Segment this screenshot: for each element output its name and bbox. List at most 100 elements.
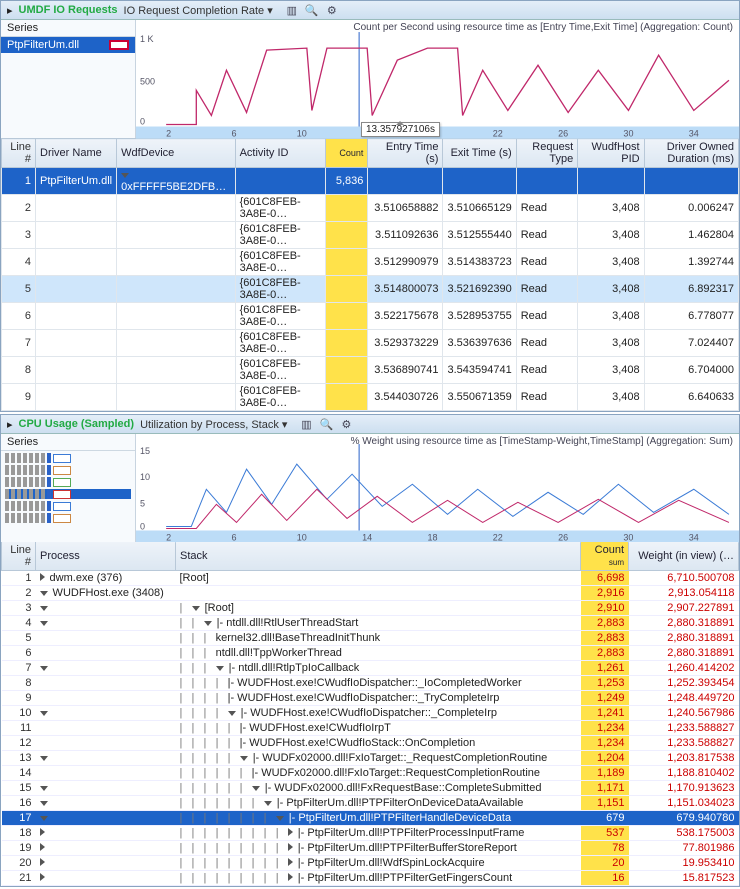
- chevron-down-icon[interactable]: [276, 816, 284, 821]
- table-row[interactable]: 15 | | | | | | |- WUDFx02000.dll!FxReque…: [2, 781, 739, 796]
- chevron-down-icon[interactable]: [40, 801, 48, 806]
- table-row[interactable]: 14| | | | | | |- WUDFx02000.dll!FxIoTarg…: [2, 766, 739, 781]
- chevron-down-icon[interactable]: [204, 621, 212, 626]
- table-row[interactable]: 12| | | | | |- WUDFHost.exe!CWudfIoStack…: [2, 736, 739, 751]
- cpu-stack-table[interactable]: Line #ProcessStackCount sumWeight (in vi…: [1, 542, 739, 886]
- chevron-down-icon[interactable]: [40, 756, 48, 761]
- table-row[interactable]: 18 | | | | | | | | | |- PtpFilterUm.dll!…: [2, 826, 739, 841]
- col-header[interactable]: Count: [326, 139, 368, 168]
- chevron-down-icon[interactable]: [228, 711, 236, 716]
- io-rate-chart[interactable]: Count per Second using resource time as …: [136, 20, 739, 138]
- table-row[interactable]: 2 WUDFHost.exe (3408)2,9162,913.054118: [2, 586, 739, 601]
- col-header[interactable]: Process: [36, 542, 176, 571]
- gear-icon[interactable]: ⚙: [325, 3, 339, 17]
- table-row[interactable]: 8{601C8FEB-3A8E-0…3.5368907413.543594741…: [2, 357, 739, 384]
- cpu-chart[interactable]: % Weight using resource time as [TimeSta…: [136, 434, 739, 542]
- expand-icon[interactable]: ▸: [7, 418, 13, 431]
- panel1-title2[interactable]: IO Request Completion Rate ▾: [124, 4, 273, 17]
- svg-text:30: 30: [623, 129, 633, 139]
- chevron-right-icon[interactable]: [40, 573, 45, 581]
- table-row[interactable]: 13 | | | | | |- WUDFx02000.dll!FxIoTarge…: [2, 751, 739, 766]
- col-header[interactable]: WudfHost PID: [578, 139, 644, 168]
- table-row[interactable]: 4{601C8FEB-3A8E-0…3.5129909793.514383723…: [2, 249, 739, 276]
- table-row[interactable]: 4 | | |- ntdll.dll!RtlUserThreadStart2,8…: [2, 616, 739, 631]
- table-row[interactable]: 10 | | | | |- WUDFHost.exe!CWudfIoDispat…: [2, 706, 739, 721]
- table-row[interactable]: 11| | | | | |- WUDFHost.exe!CWudfIoIrpT1…: [2, 721, 739, 736]
- panel1-title1: UMDF IO Requests: [19, 4, 118, 16]
- io-requests-table[interactable]: Line #Driver NameWdfDeviceActivity IDCou…: [1, 138, 739, 411]
- series-item-ptpfilter[interactable]: PtpFilterUm.dll: [1, 37, 135, 53]
- chevron-right-icon[interactable]: [40, 843, 45, 851]
- chevron-down-icon[interactable]: [240, 756, 248, 761]
- chevron-right-icon[interactable]: [288, 843, 293, 851]
- chevron-down-icon[interactable]: [40, 621, 48, 626]
- table-row[interactable]: 9{601C8FEB-3A8E-0…3.5440307263.550671359…: [2, 384, 739, 411]
- chevron-down-icon[interactable]: [216, 666, 224, 671]
- col-header[interactable]: Weight (in view) (…: [629, 542, 739, 571]
- chevron-down-icon[interactable]: [40, 606, 48, 611]
- panel1-header: ▸ UMDF IO Requests IO Request Completion…: [1, 1, 739, 20]
- chevron-down-icon[interactable]: [121, 173, 129, 178]
- table-row[interactable]: 7{601C8FEB-3A8E-0…3.5293732293.536397636…: [2, 330, 739, 357]
- col-header[interactable]: Line #: [2, 139, 36, 168]
- table-row[interactable]: 5{601C8FEB-3A8E-0…3.5148000733.521692390…: [2, 276, 739, 303]
- table-row[interactable]: 6| | | ntdll.dll!TppWorkerThread2,8832,8…: [2, 646, 739, 661]
- chevron-right-icon[interactable]: [288, 873, 293, 881]
- panel2-title2[interactable]: Utilization by Process, Stack ▾: [140, 418, 287, 431]
- svg-text:2: 2: [166, 129, 171, 139]
- table-row[interactable]: 19 | | | | | | | | | |- PtpFilterUm.dll!…: [2, 841, 739, 856]
- chevron-right-icon[interactable]: [40, 858, 45, 866]
- col-header[interactable]: Request Type: [516, 139, 578, 168]
- chevron-down-icon[interactable]: [264, 801, 272, 806]
- chevron-down-icon[interactable]: [40, 711, 48, 716]
- svg-text:1 K: 1 K: [140, 34, 154, 44]
- col-header[interactable]: WdfDevice: [117, 139, 235, 168]
- search-icon[interactable]: 🔍: [319, 417, 333, 431]
- table-row[interactable]: 1PtpFilterUm.dll0xFFFFF5BE2DFB…5,836: [2, 168, 739, 195]
- col-header[interactable]: Entry Time (s): [368, 139, 443, 168]
- table-row[interactable]: 6{601C8FEB-3A8E-0…3.5221756783.528953755…: [2, 303, 739, 330]
- svg-text:500: 500: [140, 76, 155, 86]
- table-row[interactable]: 9| | | | |- WUDFHost.exe!CWudfIoDispatch…: [2, 691, 739, 706]
- table-row[interactable]: 7 | | | |- ntdll.dll!RtlpTpIoCallback1,2…: [2, 661, 739, 676]
- col-header[interactable]: Count sum: [581, 542, 629, 571]
- chevron-right-icon[interactable]: [288, 858, 293, 866]
- table-row[interactable]: 3 | [Root]2,9102,907.227891: [2, 601, 739, 616]
- chevron-down-icon[interactable]: [40, 786, 48, 791]
- table-row[interactable]: 2{601C8FEB-3A8E-0…3.5106588823.510665129…: [2, 195, 739, 222]
- table-row[interactable]: 5| | | kernel32.dll!BaseThreadInitThunk2…: [2, 631, 739, 646]
- chevron-down-icon[interactable]: [192, 606, 200, 611]
- svg-text:0: 0: [140, 521, 145, 531]
- chevron-right-icon[interactable]: [40, 828, 45, 836]
- table-row[interactable]: 1 dwm.exe (376)[Root]6,6986,710.500708: [2, 571, 739, 586]
- chevron-down-icon[interactable]: [40, 591, 48, 596]
- svg-text:34: 34: [689, 129, 699, 139]
- expand-icon[interactable]: ▸: [7, 4, 13, 17]
- col-header[interactable]: Driver Owned Duration (ms): [644, 139, 738, 168]
- chevron-right-icon[interactable]: [40, 873, 45, 881]
- table-row[interactable]: 20 | | | | | | | | | |- PtpFilterUm.dll!…: [2, 856, 739, 871]
- svg-text:5: 5: [140, 498, 145, 508]
- table-row[interactable]: 21 | | | | | | | | | |- PtpFilterUm.dll!…: [2, 871, 739, 886]
- table-row[interactable]: 3{601C8FEB-3A8E-0…3.5110926363.512555440…: [2, 222, 739, 249]
- chevron-right-icon[interactable]: [288, 828, 293, 836]
- search-icon[interactable]: 🔍: [305, 3, 319, 17]
- table-row[interactable]: 8| | | | |- WUDFHost.exe!CWudfIoDispatch…: [2, 676, 739, 691]
- table-row[interactable]: 17 | | | | | | | | |- PtpFilterUm.dll!PT…: [2, 811, 739, 826]
- svg-text:26: 26: [558, 129, 568, 139]
- chevron-down-icon[interactable]: [40, 816, 48, 821]
- svg-text:22: 22: [493, 129, 503, 139]
- col-header[interactable]: Stack: [176, 542, 581, 571]
- table-row[interactable]: 16 | | | | | | | |- PtpFilterUm.dll!PTPF…: [2, 796, 739, 811]
- col-header[interactable]: Exit Time (s): [443, 139, 516, 168]
- col-header[interactable]: Line #: [2, 542, 36, 571]
- chart-type-icon[interactable]: ▥: [299, 417, 313, 431]
- col-header[interactable]: Driver Name: [36, 139, 117, 168]
- gear-icon[interactable]: ⚙: [339, 417, 353, 431]
- cpu-legend[interactable]: [1, 451, 135, 525]
- chart-type-icon[interactable]: ▥: [285, 3, 299, 17]
- col-header[interactable]: Activity ID: [235, 139, 326, 168]
- chevron-down-icon[interactable]: [40, 666, 48, 671]
- chevron-down-icon[interactable]: [252, 786, 260, 791]
- svg-text:0: 0: [140, 117, 145, 127]
